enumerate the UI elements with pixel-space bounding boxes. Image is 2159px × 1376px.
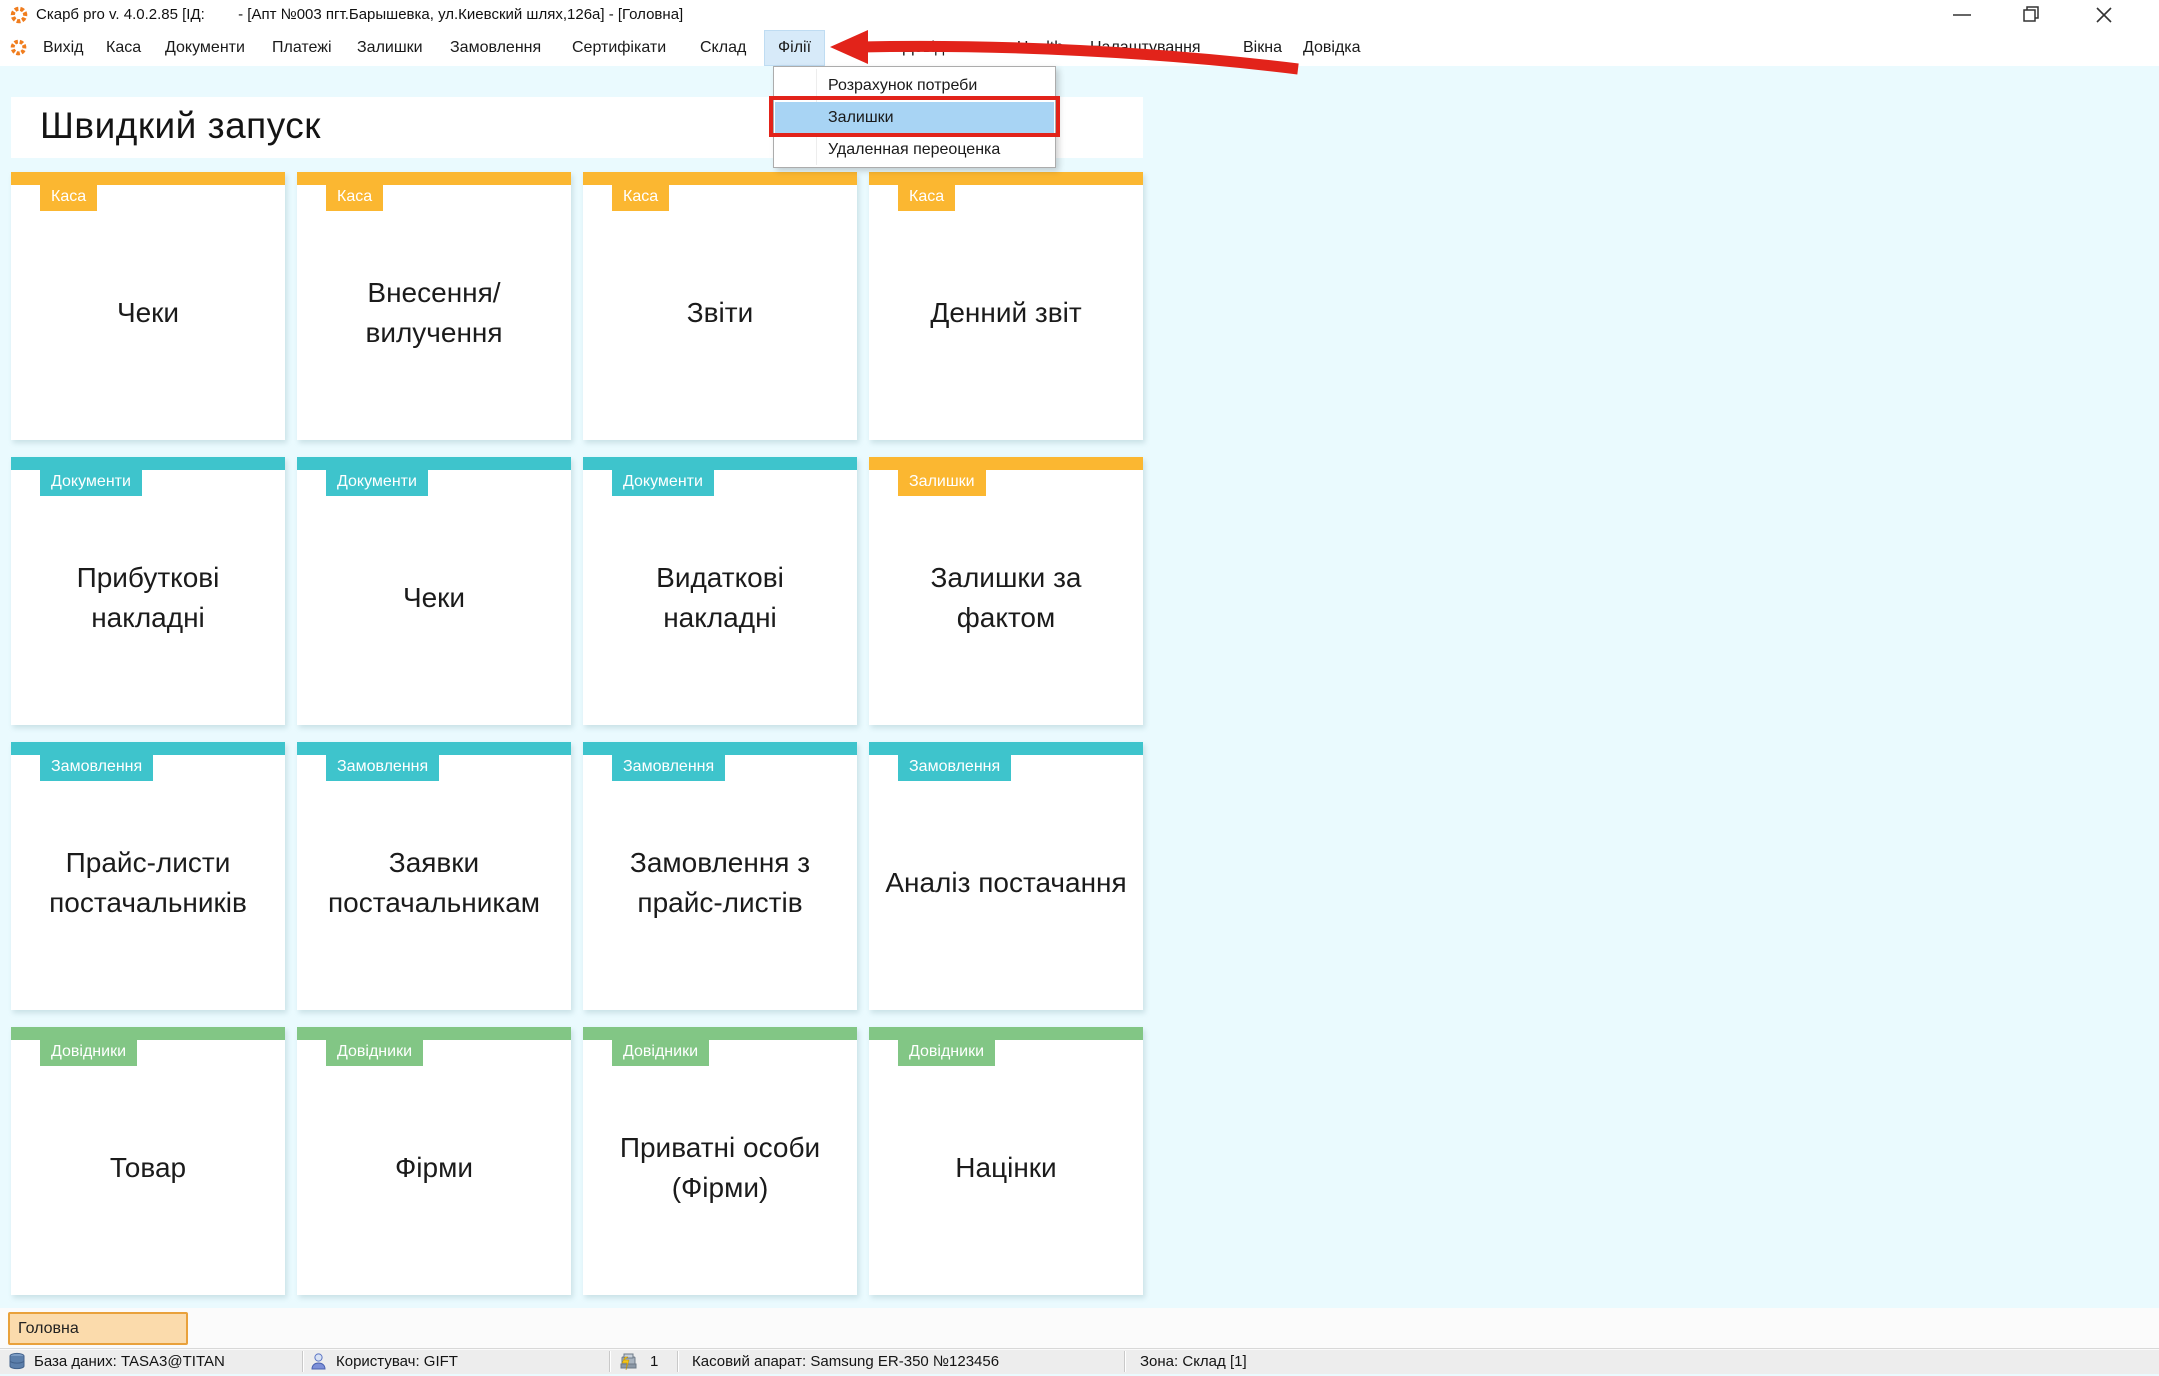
status-item-4: Касовий апарат: Samsung ER-350 №123456	[692, 1353, 999, 1370]
tile-category-strip	[297, 457, 571, 470]
status-separator	[609, 1351, 610, 1372]
filii-dropdown-menu: Розрахунок потребиЗалишкиУдаленная перео…	[773, 66, 1056, 168]
tile-label: Приватні особи (Фірми)	[585, 1040, 855, 1295]
status-bar: База даних: TASA3@TITAN Користувач: GIFT 1…	[0, 1348, 2159, 1374]
quick-launch-grid: КасаЧекиКасаВнесення/вилученняКасаЗвітиК…	[11, 172, 1146, 1295]
tile-category-strip	[583, 172, 857, 185]
close-button	[2097, 8, 2111, 22]
tile-category-strip	[869, 742, 1143, 755]
menu-bar: Вихід Каса Документи Платежі Залишки Замовлен…	[0, 30, 2159, 66]
dropdown-item-2[interactable]: Залишки	[775, 102, 1054, 134]
tile-category-strip	[11, 457, 285, 470]
menu-item-склад[interactable]: Склад	[700, 30, 746, 66]
menu-item-залишки[interactable]: Залишки	[357, 30, 423, 66]
tile[interactable]: КасаДенний звіт	[869, 172, 1143, 440]
tile[interactable]: ДовідникиПриватні особи (Фірми)	[583, 1027, 857, 1295]
status-separator	[302, 1351, 303, 1372]
cash-register-icon	[618, 1352, 638, 1376]
tile-label: Прайс-листи постачальників	[13, 755, 283, 1010]
tile[interactable]: ДовідникиТовар	[11, 1027, 285, 1295]
menu-item-звіти[interactable]: Звіти	[843, 30, 881, 66]
menu-item-налаштування[interactable]: Налаштування	[1090, 30, 1201, 66]
tile-label: Заявки постачальникам	[299, 755, 569, 1010]
database-icon	[8, 1352, 26, 1376]
application-window: Скарб pro v. 4.0.2.85 [ІД: - [Апт №003 п…	[0, 0, 2159, 1374]
tile-category-strip	[11, 172, 285, 185]
status-item-5: Зона: Склад [1]	[1140, 1353, 1247, 1370]
window-controls	[1929, 0, 2159, 30]
menu-logo-icon	[10, 39, 27, 61]
window-title: Скарб pro v. 4.0.2.85 [ІД: - [Апт №003 п…	[36, 6, 683, 23]
menu-item-вихід[interactable]: Вихід	[43, 30, 84, 66]
tile-label: Чеки	[13, 185, 283, 440]
tile[interactable]: ДовідникиФірми	[297, 1027, 571, 1295]
tile-label: Видаткові накладні	[585, 470, 855, 725]
tile[interactable]: ЗамовленняАналіз постачання	[869, 742, 1143, 1010]
tile[interactable]: КасаВнесення/вилучення	[297, 172, 571, 440]
tile-category-strip	[297, 172, 571, 185]
status-item-3: 1	[650, 1353, 658, 1370]
menu-item-документи[interactable]: Документи	[165, 30, 245, 66]
restore-button	[2024, 7, 2038, 21]
tab-golovna[interactable]: Головна	[8, 1312, 188, 1345]
tile-category-strip	[869, 1027, 1143, 1040]
tile-label: Денний звіт	[871, 185, 1141, 440]
tile-category-strip	[11, 1027, 285, 1040]
tile-label: Внесення/вилучення	[299, 185, 569, 440]
tile-category-strip	[583, 457, 857, 470]
app-logo-icon	[10, 6, 28, 29]
menu-item-платежі[interactable]: Платежі	[272, 30, 332, 66]
tile-label: Фірми	[299, 1040, 569, 1295]
tile-label: Замовлення з прайс-листів	[585, 755, 855, 1010]
tile-label: Аналіз постачання	[871, 755, 1141, 1010]
menu-item-філії[interactable]: Філії	[764, 30, 825, 66]
menu-item-каса[interactable]: Каса	[106, 30, 141, 66]
menu-item-замовлення[interactable]: Замовлення	[450, 30, 541, 66]
tile-label: Чеки	[299, 470, 569, 725]
tile[interactable]: ЗамовленняПрайс-листи постачальників	[11, 742, 285, 1010]
tile-category-strip	[869, 172, 1143, 185]
tile[interactable]: ДокументиПрибуткові накладні	[11, 457, 285, 725]
tile-category-strip	[869, 457, 1143, 470]
status-item-2: Користувач: GIFT	[336, 1353, 458, 1370]
page-title: Швидкий запуск	[40, 105, 321, 147]
tab-row: Головна	[0, 1308, 2159, 1348]
user-icon	[310, 1352, 327, 1376]
tile-category-strip	[583, 742, 857, 755]
tile-label: Товар	[13, 1040, 283, 1295]
menu-item-ehealth[interactable]: eHealth	[1008, 30, 1063, 66]
tile-label: Звіти	[585, 185, 855, 440]
status-separator	[1124, 1351, 1125, 1372]
tile-category-strip	[297, 742, 571, 755]
menu-item-довідники[interactable]: Довідники	[903, 30, 978, 66]
tile-category-strip	[583, 1027, 857, 1040]
status-item-1: База даних: TASA3@TITAN	[34, 1353, 225, 1370]
tile[interactable]: КасаЧеки	[11, 172, 285, 440]
dropdown-item-1[interactable]: Розрахунок потреби	[775, 70, 1054, 102]
tile-label: Прибуткові накладні	[13, 470, 283, 725]
title-bar: Скарб pro v. 4.0.2.85 [ІД: - [Апт №003 п…	[0, 0, 2159, 30]
dropdown-item-3[interactable]: Удаленная переоценка	[775, 134, 1054, 166]
tile[interactable]: ДовідникиНацінки	[869, 1027, 1143, 1295]
tile[interactable]: ЗамовленняЗамовлення з прайс-листів	[583, 742, 857, 1010]
menu-item-сертифікати[interactable]: Сертифікати	[572, 30, 666, 66]
tile-category-strip	[297, 1027, 571, 1040]
tile-label: Залишки за фактом	[871, 470, 1141, 725]
status-separator	[677, 1351, 678, 1372]
tile[interactable]: ДокументиЧеки	[297, 457, 571, 725]
main-content: Швидкий запуск КасаЧекиКасаВнесення/вилу…	[0, 66, 2159, 1308]
tile[interactable]: ЗамовленняЗаявки постачальникам	[297, 742, 571, 1010]
tile-category-strip	[11, 742, 285, 755]
menu-item-вікна[interactable]: Вікна	[1243, 30, 1282, 66]
tile[interactable]: ДокументиВидаткові накладні	[583, 457, 857, 725]
tile[interactable]: ЗалишкиЗалишки за фактом	[869, 457, 1143, 725]
tile-label: Націнки	[871, 1040, 1141, 1295]
tile[interactable]: КасаЗвіти	[583, 172, 857, 440]
menu-item-довідка[interactable]: Довідка	[1303, 30, 1361, 66]
